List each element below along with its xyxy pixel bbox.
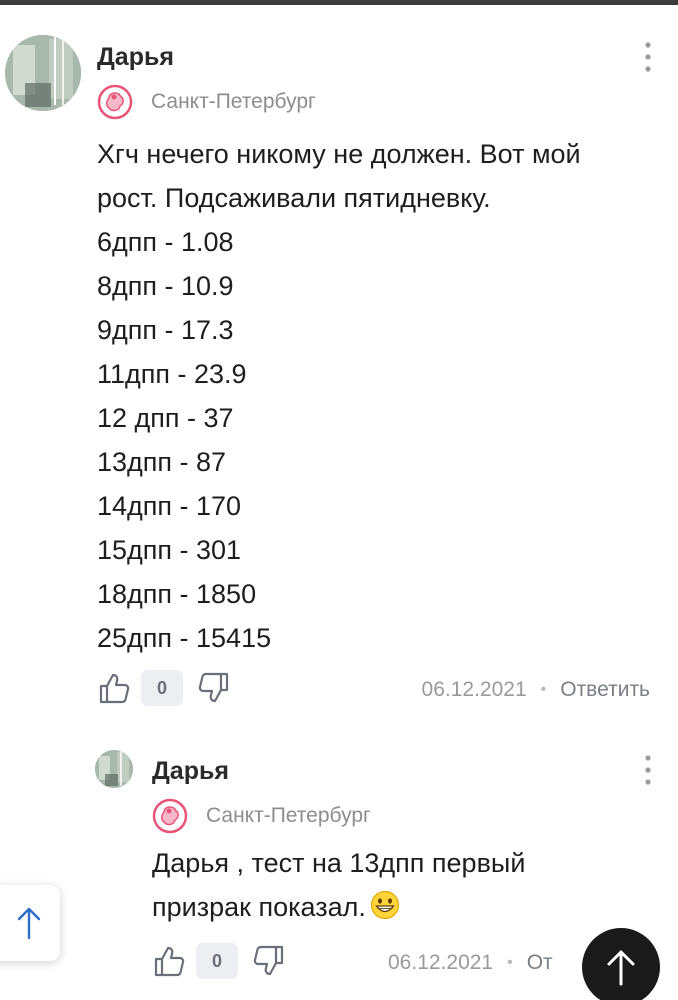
author-name[interactable]: Дарья xyxy=(97,43,174,72)
author-name[interactable]: Дарья xyxy=(152,757,229,786)
comment-line: 25дпп - 15415 xyxy=(97,623,272,653)
avatar[interactable] xyxy=(5,35,81,111)
comment-line: 18дпп - 1850 xyxy=(97,579,257,609)
comment-line: Хгч нечего никому не должен. Вот мой xyxy=(97,139,581,169)
avatar[interactable] xyxy=(95,750,133,788)
comments-page: Дарья Санкт-Петербург Хгч нечего никому … xyxy=(0,0,678,1000)
scroll-up-side-button[interactable] xyxy=(0,885,60,961)
comment-line: Дарья , тест на 13дпп первый xyxy=(152,848,526,878)
comment-line: 11дпп - 23.9 xyxy=(97,359,247,389)
scroll-to-top-button[interactable] xyxy=(582,928,660,1000)
location: Санкт-Петербург xyxy=(152,798,371,834)
thumbs-down-icon[interactable] xyxy=(252,944,286,978)
more-options-icon[interactable] xyxy=(642,753,654,787)
comment-line: 12 дпп - 37 xyxy=(97,403,234,433)
vote-bar: 0 xyxy=(152,943,286,979)
comment-line: 6дпп - 1.08 xyxy=(97,227,234,257)
like-count: 0 xyxy=(141,670,183,706)
location: Санкт-Петербург xyxy=(97,84,316,120)
grinning-face-emoji xyxy=(370,890,400,920)
more-options-icon[interactable] xyxy=(642,40,654,74)
comment-date: 06.12.2021 xyxy=(388,951,494,974)
comment-meta: 06.12.2021 • Ответить xyxy=(422,678,650,702)
comment-line: 15дпп - 301 xyxy=(97,535,242,565)
like-count: 0 xyxy=(196,943,238,979)
fetus-icon xyxy=(152,798,188,834)
arrow-up-icon xyxy=(17,907,41,940)
city-label: Санкт-Петербург xyxy=(206,804,371,827)
meta-separator: • xyxy=(507,954,513,971)
comment-line: 14дпп - 170 xyxy=(97,491,242,521)
thumbs-down-icon[interactable] xyxy=(197,671,231,705)
comment-line-text: призрак показал. xyxy=(152,892,366,922)
comment-text: Хгч нечего никому не должен. Вот мой рос… xyxy=(97,132,657,660)
thumbs-up-icon[interactable] xyxy=(152,944,186,978)
comment-date: 06.12.2021 xyxy=(421,678,527,701)
vote-bar: 0 xyxy=(97,670,231,706)
fetus-icon xyxy=(97,84,133,120)
top-divider xyxy=(0,0,678,5)
comment-line: призрак показал. xyxy=(152,885,652,929)
comment-line: 13дпп - 87 xyxy=(97,447,227,477)
reply-link[interactable]: Ответить xyxy=(560,678,650,702)
comment-line: 8дпп - 10.9 xyxy=(97,271,234,301)
thumbs-up-icon[interactable] xyxy=(97,671,131,705)
comment-text: Дарья , тест на 13дпп первый призрак пок… xyxy=(152,841,652,929)
comment-meta: 06.12.2021 • От xyxy=(388,951,553,975)
comment-line: 9дпп - 17.3 xyxy=(97,315,234,345)
reply-link[interactable]: От xyxy=(527,951,553,975)
comment-line: рост. Подсаживали пятидневку. xyxy=(97,183,491,213)
meta-separator: • xyxy=(540,681,547,698)
arrow-up-icon xyxy=(607,950,635,986)
city-label: Санкт-Петербург xyxy=(151,90,316,113)
